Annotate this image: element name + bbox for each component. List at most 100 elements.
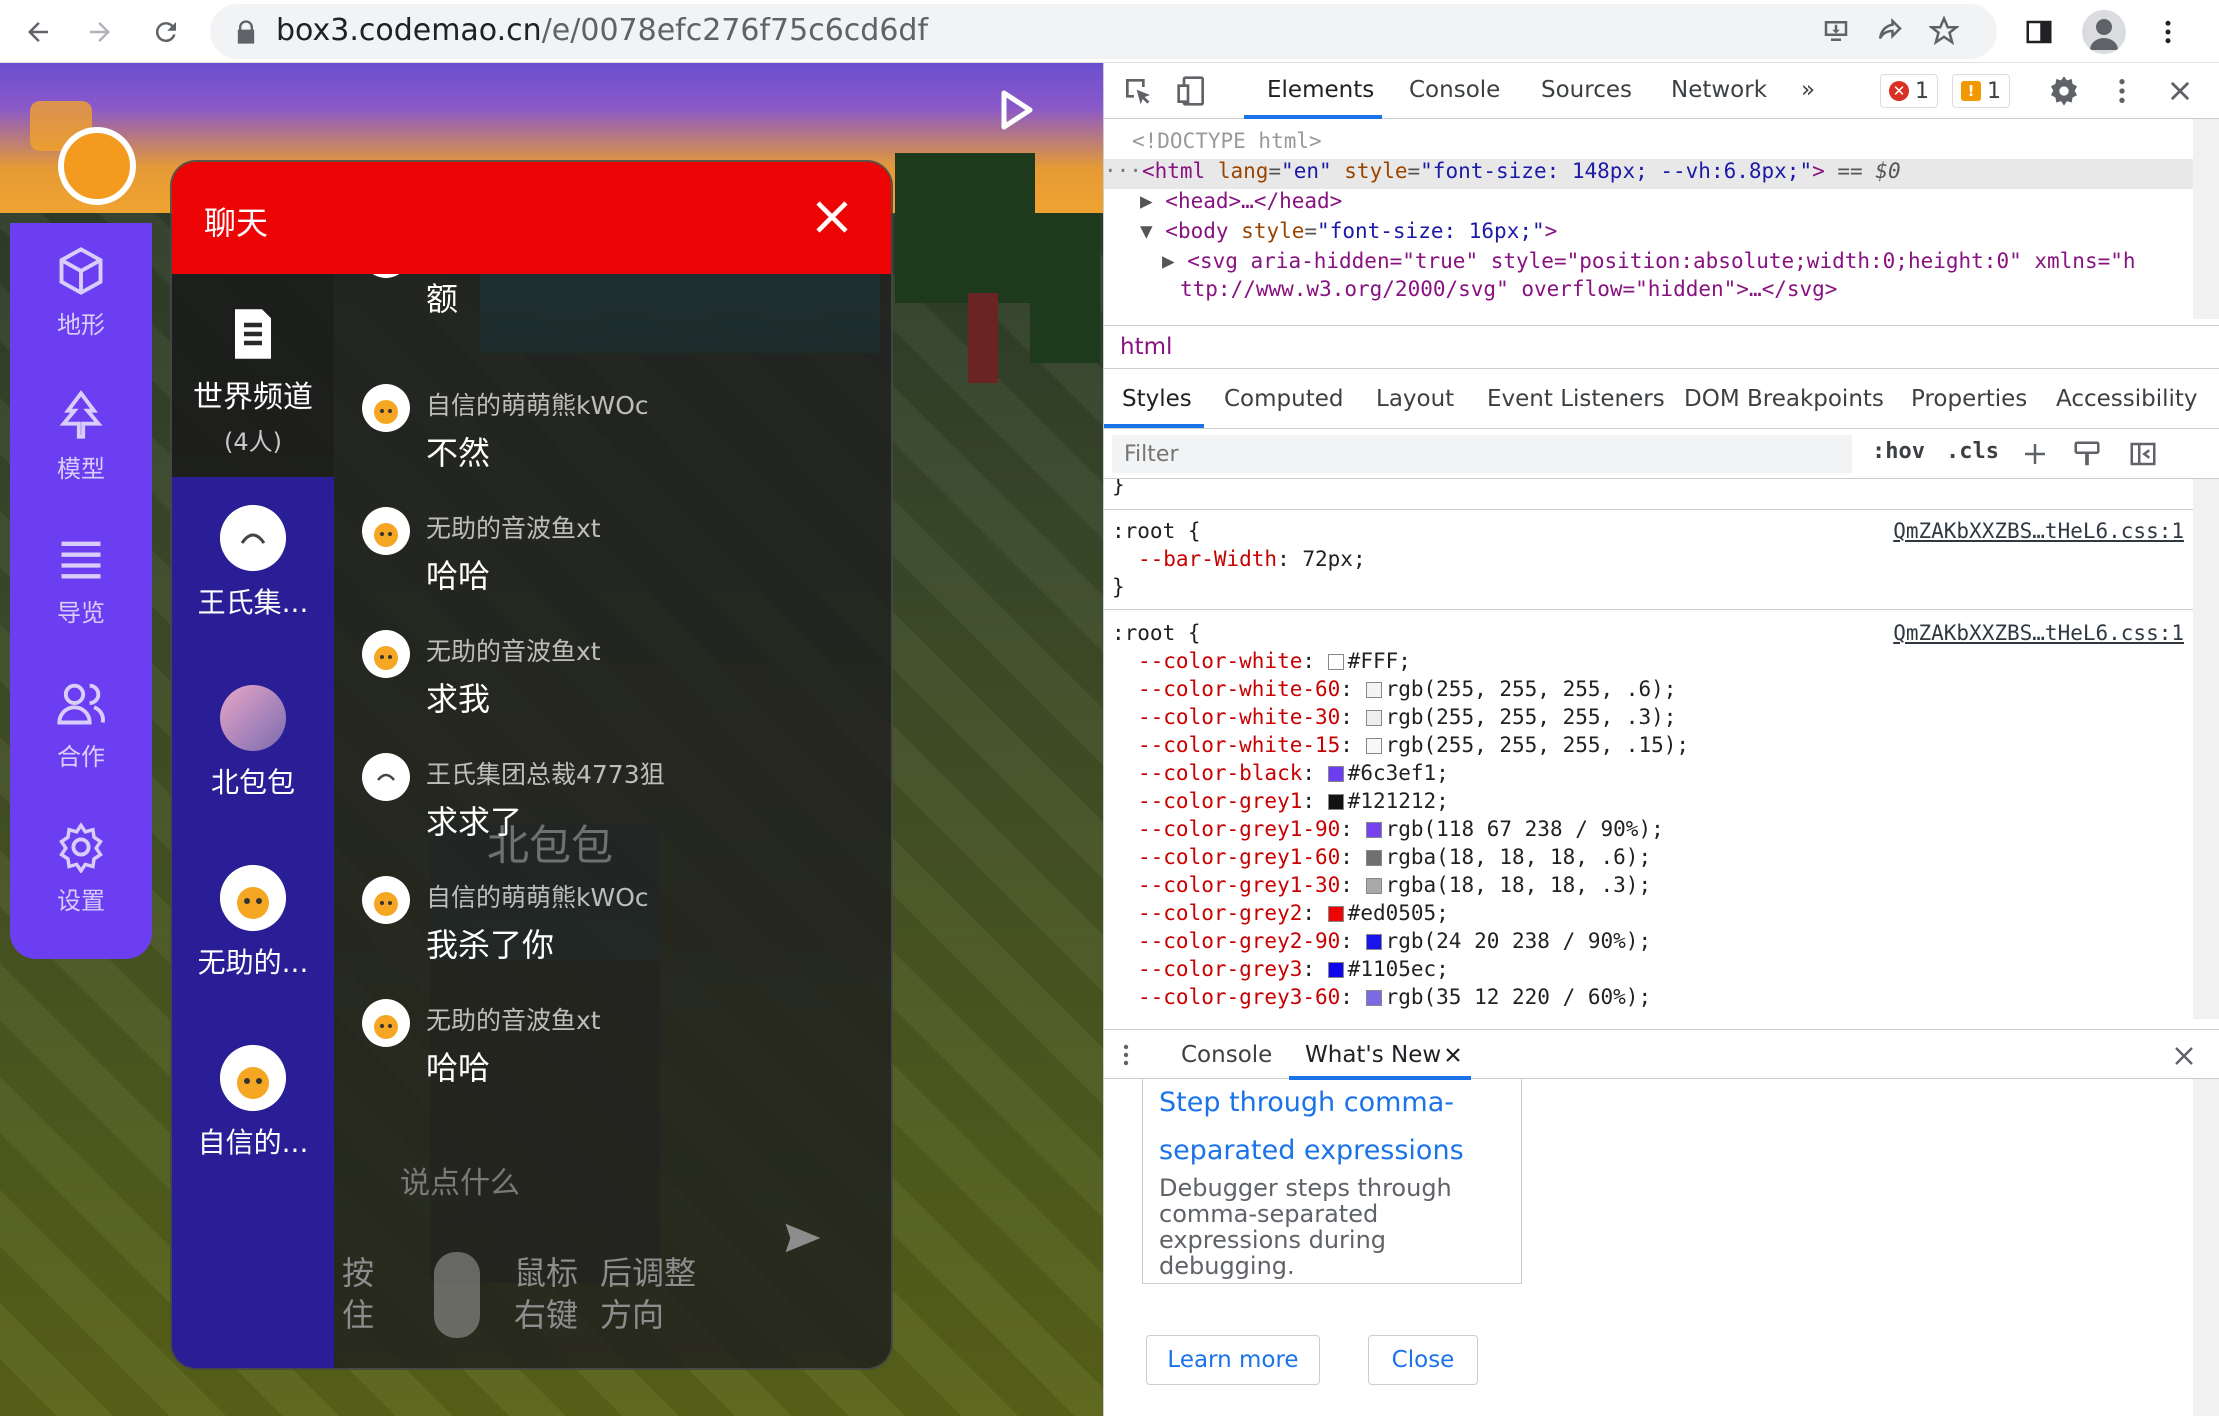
channel-item[interactable]: 无助的... [172,837,334,1017]
back-button[interactable] [16,10,60,54]
close-devtools-icon[interactable] [2166,77,2194,105]
paint-icon[interactable] [2072,439,2102,469]
close-icon[interactable] [811,196,853,238]
css-declaration[interactable]: --color-white: #FFF; [1138,649,1411,677]
tab-computed[interactable]: Computed [1224,386,1343,412]
drawer-tab-console[interactable]: Console [1181,1042,1272,1068]
css-declaration[interactable]: --color-white-60: rgb(255, 255, 255, .6)… [1138,677,1676,705]
css-declaration[interactable]: --color-grey3: #1105ec; [1138,957,1449,985]
head-element-row[interactable]: ▶ <head>…</head> [1140,189,1342,219]
learn-more-button[interactable]: Learn more [1146,1335,1320,1385]
tab-accessibility[interactable]: Accessibility [2056,386,2198,412]
styles-scrollbar[interactable] [2193,479,2219,1019]
close-tab-icon[interactable] [1444,1046,1462,1064]
side-panel-icon[interactable] [2017,10,2061,54]
color-swatch[interactable] [1365,990,1382,1006]
css-declaration[interactable]: --color-grey1-30: rgba(18, 18, 18, .3); [1138,873,1651,901]
tab-layout[interactable]: Layout [1376,386,1454,412]
css-declaration[interactable]: --bar-Width: 72px; [1138,547,1366,575]
css-declaration[interactable]: --color-grey2: #ed0505; [1138,901,1449,929]
color-swatch[interactable] [1365,682,1382,698]
css-declaration[interactable]: --color-white-15: rgb(255, 255, 255, .15… [1138,733,1689,761]
channel-item[interactable]: 王氏集... [172,477,334,657]
tab-sources[interactable]: Sources [1541,77,1632,103]
more-tabs-button[interactable]: » [1801,77,1815,103]
tab-styles[interactable]: Styles [1122,386,1192,412]
html-element-row[interactable]: ···<html lang="en" style="font-size: 148… [1104,159,2194,189]
color-swatch[interactable] [1365,934,1382,950]
rule-selector[interactable]: :root { [1112,519,1201,547]
css-declaration[interactable]: --color-white-30: rgb(255, 255, 255, .3)… [1138,705,1676,733]
inspect-element-icon[interactable] [1122,75,1154,107]
message-list[interactable]: 额 自信的萌萌熊kWOc 不然 无助的音波鱼xt 哈哈 无助的音波鱼xt 求我 … [362,274,882,1144]
css-declaration[interactable]: --color-black: #6c3ef1; [1138,761,1449,789]
bookmark-star-icon[interactable] [1922,9,1966,53]
color-swatch[interactable] [1327,906,1344,922]
drawer-tab-whats-new[interactable]: What's New [1305,1042,1441,1068]
play-icon[interactable] [990,85,1040,135]
error-count-badge[interactable]: ✕ 1 [1880,74,1938,108]
warning-count-badge[interactable]: ! 1 [1952,74,2010,108]
drawer-menu-icon[interactable] [1114,1040,1138,1070]
tab-properties[interactable]: Properties [1911,386,2027,412]
css-declaration[interactable]: --color-grey3-60: rgb(35 12 220 / 60%); [1138,985,1651,1013]
class-toggle[interactable]: .cls [1946,439,1999,464]
color-swatch[interactable] [1327,766,1344,782]
whats-new-scrollbar[interactable] [2193,1079,2219,1416]
toggle-sidebar-icon[interactable] [2128,439,2158,469]
styles-filter-input[interactable] [1112,435,1852,473]
whats-new-heading[interactable]: Step through comma-separated expressions [1159,1079,1499,1175]
dom-scrollbar[interactable] [2193,119,2219,319]
rule-source-link[interactable]: QmZAKbXXZBS…tHeL6.css:1 [1893,519,2184,543]
color-swatch[interactable] [1365,878,1382,894]
color-swatch[interactable] [1327,794,1344,810]
svg-element-row[interactable]: ▶ <svg aria-hidden="true" style="positio… [1162,249,2136,279]
world-channel[interactable]: 世界频道 (4人) [172,274,334,477]
color-swatch[interactable] [1365,850,1382,866]
rule-source-link[interactable]: QmZAKbXXZBS…tHeL6.css:1 [1893,621,2184,645]
css-declaration[interactable]: --color-grey2-90: rgb(24 20 238 / 90%); [1138,929,1651,957]
device-toolbar-icon[interactable] [1176,75,1208,107]
send-icon[interactable] [784,1222,822,1254]
color-swatch[interactable] [1365,710,1382,726]
rule-selector[interactable]: :root { [1112,621,1201,649]
install-app-icon[interactable] [1814,9,1858,53]
tab-elements[interactable]: Elements [1267,77,1374,103]
new-rule-icon[interactable] [2020,439,2050,469]
tab-console[interactable]: Console [1409,77,1500,103]
breadcrumb-item[interactable]: html [1120,334,1172,360]
chat-input[interactable]: 说点什么 [400,1158,520,1202]
css-declaration[interactable]: --color-grey1: #121212; [1138,789,1449,817]
sidebar-item-models[interactable]: 模型 [10,367,152,511]
sidebar-item-collab[interactable]: 合作 [10,655,152,799]
color-swatch[interactable] [1327,654,1344,670]
css-declaration[interactable]: --color-grey1-60: rgba(18, 18, 18, .6); [1138,845,1651,873]
dom-tree[interactable]: <!DOCTYPE html> ···<html lang="en" style… [1104,119,2194,319]
tab-network[interactable]: Network [1671,77,1767,103]
reload-button[interactable] [144,10,188,54]
kebab-menu-icon[interactable] [2106,75,2138,107]
game-viewport[interactable]: 地形 模型 导览 合作 设置 聊天 世界频道 (4人) 王氏集... 北包包 无… [0,63,1103,1416]
tab-dom-breakpoints[interactable]: DOM Breakpoints [1684,386,1884,412]
close-drawer-icon[interactable] [2172,1044,2196,1068]
chrome-menu-icon[interactable] [2146,10,2190,54]
close-button[interactable]: Close [1368,1335,1478,1385]
hover-state-toggle[interactable]: :hov [1872,439,1925,464]
color-swatch[interactable] [1365,738,1382,754]
tab-event-listeners[interactable]: Event Listeners [1487,386,1665,412]
profile-avatar[interactable] [2082,10,2126,54]
sidebar-item-terrain[interactable]: 地形 [10,223,152,367]
sidebar-item-settings[interactable]: 设置 [10,799,152,943]
color-swatch[interactable] [1327,962,1344,978]
sidebar-item-overview[interactable]: 导览 [10,511,152,655]
forward-button[interactable] [78,10,122,54]
body-element-row[interactable]: ▼ <body style="font-size: 16px;"> [1140,219,1557,249]
channel-item[interactable]: 自信的... [172,1017,334,1197]
share-icon[interactable] [1868,9,1912,53]
color-swatch[interactable] [1365,822,1382,838]
settings-gear-icon[interactable] [2048,75,2080,107]
app-logo[interactable] [58,127,136,205]
styles-pane[interactable]: } :root { QmZAKbXXZBS…tHeL6.css:1 --bar-… [1104,479,2194,1019]
address-bar[interactable]: box3.codemao.cn/e/0078efc276f75c6cd6df [210,4,1997,59]
channel-item[interactable]: 北包包 [172,657,334,837]
